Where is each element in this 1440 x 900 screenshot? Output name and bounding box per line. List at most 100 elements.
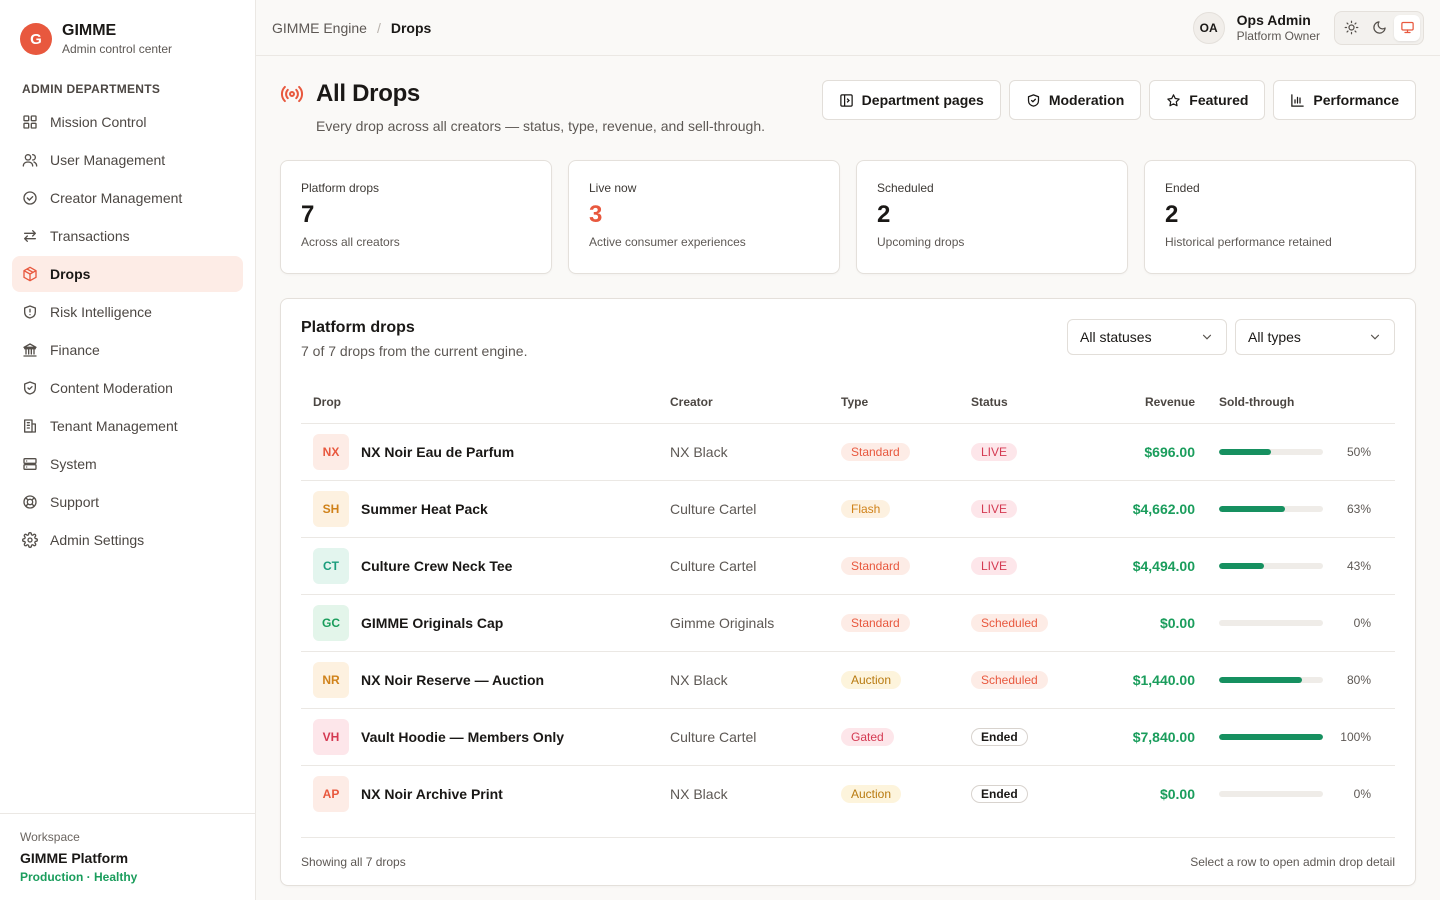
sidebar-item-creator-management[interactable]: Creator Management: [12, 180, 243, 216]
user-name: Ops Admin: [1236, 12, 1311, 28]
creator-cell: Gimme Originals: [658, 594, 829, 652]
status-badge: Scheduled: [971, 670, 1048, 689]
sold-through-percent: 0%: [1353, 786, 1371, 801]
drop-name: NX Noir Archive Print: [361, 785, 503, 802]
dark-theme-button[interactable]: [1366, 15, 1392, 41]
page-description: Every drop across all creators — status,…: [316, 118, 765, 134]
drop-initials-tile: AP: [313, 775, 349, 812]
breadcrumb-separator: /: [376, 19, 381, 36]
moderation-button[interactable]: Moderation: [1008, 80, 1142, 120]
sidebar-item-label: Drops: [50, 266, 91, 282]
column-drop[interactable]: Drop: [301, 381, 658, 424]
sidebar-item-risk-intelligence[interactable]: Risk Intelligence: [12, 294, 243, 330]
drop-cell: NR NX Noir Reserve — Auction: [301, 651, 658, 709]
sidebar-item-system[interactable]: System: [12, 446, 243, 482]
sidebar-item-label: User Management: [50, 152, 166, 168]
sold-through-fill: [1219, 733, 1323, 740]
performance-button[interactable]: Performance: [1273, 80, 1416, 120]
status-badge: LIVE: [971, 499, 1018, 518]
table-row[interactable]: CT Culture Crew Neck Tee Culture Cartel Sta…: [301, 537, 1395, 595]
column-type[interactable]: Type: [829, 381, 959, 424]
stat-card-live-now: Live now 3 Active consumer experiences: [568, 160, 840, 274]
sold-through-bar: [1219, 790, 1323, 797]
chevron-down-icon: [1202, 334, 1212, 340]
sidebar: G GIMME Admin control center ADMIN DEPAR…: [0, 0, 256, 900]
stat-card-scheduled: Scheduled 2 Upcoming drops: [856, 160, 1128, 274]
topbar: GIMME Engine / Drops OA Ops Admin Platfo…: [256, 0, 1440, 56]
creator-cell: NX Black: [658, 423, 829, 481]
sold-through-bar: [1219, 505, 1323, 512]
revenue-cell: $0.00: [1079, 594, 1207, 652]
column-creator[interactable]: Creator: [658, 381, 829, 424]
sidebar-item-label: Tenant Management: [50, 418, 178, 434]
table-row[interactable]: GC GIMME Originals Cap Gimme Originals Stan…: [301, 594, 1395, 652]
stat-value: 2: [1165, 201, 1179, 228]
sidebar-item-support[interactable]: Support: [12, 484, 243, 520]
type-badge: Gated: [841, 727, 894, 746]
type-badge: Auction: [841, 670, 902, 689]
table-row[interactable]: VH Vault Hoodie — Members Only Culture Car…: [301, 708, 1395, 766]
user-info[interactable]: Ops Admin Platform Owner: [1237, 12, 1320, 43]
type-cell: Standard: [829, 594, 959, 652]
sold-through-fill: [1219, 562, 1264, 569]
page-title: All Drops: [316, 80, 420, 107]
sidebar-item-user-management[interactable]: User Management: [12, 142, 243, 178]
sidebar-item-drops[interactable]: Drops: [12, 256, 243, 292]
sidebar-item-content-moderation[interactable]: Content Moderation: [12, 370, 243, 406]
type-filter-select[interactable]: All types: [1235, 319, 1395, 355]
sidebar-item-admin-settings[interactable]: Admin Settings: [12, 522, 243, 558]
sun-icon: [1344, 20, 1358, 35]
stat-subtext: Upcoming drops: [877, 235, 965, 249]
department-pages-button[interactable]: Department pages: [821, 80, 1001, 120]
creator-cell: NX Black: [658, 651, 829, 709]
stat-value: 2: [877, 201, 891, 228]
sold-through-bar: [1219, 562, 1323, 569]
type-badge: Flash: [841, 499, 891, 518]
shield-alert-icon: [22, 304, 38, 320]
brand-logo: G: [20, 23, 52, 55]
creator-cell: Culture Cartel: [658, 708, 829, 766]
table-row[interactable]: NX NX Noir Eau de Parfum NX Black Standard L…: [301, 423, 1395, 481]
light-theme-button[interactable]: [1338, 15, 1364, 41]
breadcrumb-root[interactable]: GIMME Engine: [272, 20, 367, 36]
drop-initials-tile: GC: [313, 604, 349, 641]
breadcrumb-current: Drops: [390, 19, 432, 36]
sold-through-fill: [1219, 448, 1271, 455]
sidebar-item-transactions[interactable]: Transactions: [12, 218, 243, 254]
sold-through-cell: 50%: [1207, 423, 1395, 481]
status-badge: Ended: [971, 727, 1028, 746]
sold-through-fill: [1219, 505, 1285, 512]
workspace-label: Workspace: [20, 830, 80, 844]
featured-button[interactable]: Featured: [1149, 80, 1266, 120]
table-row[interactable]: NR NX Noir Reserve — Auction NX Black Aucti…: [301, 651, 1395, 709]
sidebar-item-finance[interactable]: Finance: [12, 332, 243, 368]
status-cell: LIVE: [959, 537, 1079, 595]
drop-initials-tile: NX: [313, 433, 349, 470]
table-row[interactable]: SH Summer Heat Pack Culture Cartel Flash LIV…: [301, 480, 1395, 538]
revenue-cell: $1,440.00: [1079, 651, 1207, 709]
column-revenue[interactable]: Revenue: [1079, 381, 1207, 424]
sidebar-item-mission-control[interactable]: Mission Control: [12, 104, 243, 140]
brand[interactable]: G GIMME Admin control center: [0, 0, 255, 68]
avatar[interactable]: OA: [1192, 11, 1225, 44]
status-cell: LIVE: [959, 480, 1079, 538]
system-theme-button[interactable]: [1394, 14, 1420, 41]
drop-initials-tile: SH: [313, 490, 349, 527]
check-circle-icon: [22, 190, 38, 206]
lifebuoy-icon: [22, 494, 38, 510]
sidebar-item-label: System: [50, 456, 97, 472]
drops-table: Drop Creator Type Status Revenue Sold-th…: [301, 381, 1395, 822]
status-filter-select[interactable]: All statuses: [1067, 319, 1227, 355]
table-row[interactable]: AP NX Noir Archive Print NX Black Auction En…: [301, 765, 1395, 822]
stats-row: Platform drops 7 Across all creators Live n…: [280, 160, 1416, 274]
sidebar-item-tenant-management[interactable]: Tenant Management: [12, 408, 243, 444]
column-sold-through[interactable]: Sold-through: [1207, 381, 1395, 424]
status-badge: Scheduled: [971, 613, 1048, 632]
column-status[interactable]: Status: [959, 381, 1079, 424]
sold-through-fill: [1219, 676, 1303, 683]
brand-subtitle: Admin control center: [62, 42, 173, 56]
workspace-status: Production · Healthy: [20, 870, 138, 884]
panel-subtitle: 7 of 7 drops from the current engine.: [301, 343, 528, 359]
status-cell: Scheduled: [959, 651, 1079, 709]
table-footer: Showing all 7 drops Select a row to open…: [301, 837, 1395, 885]
